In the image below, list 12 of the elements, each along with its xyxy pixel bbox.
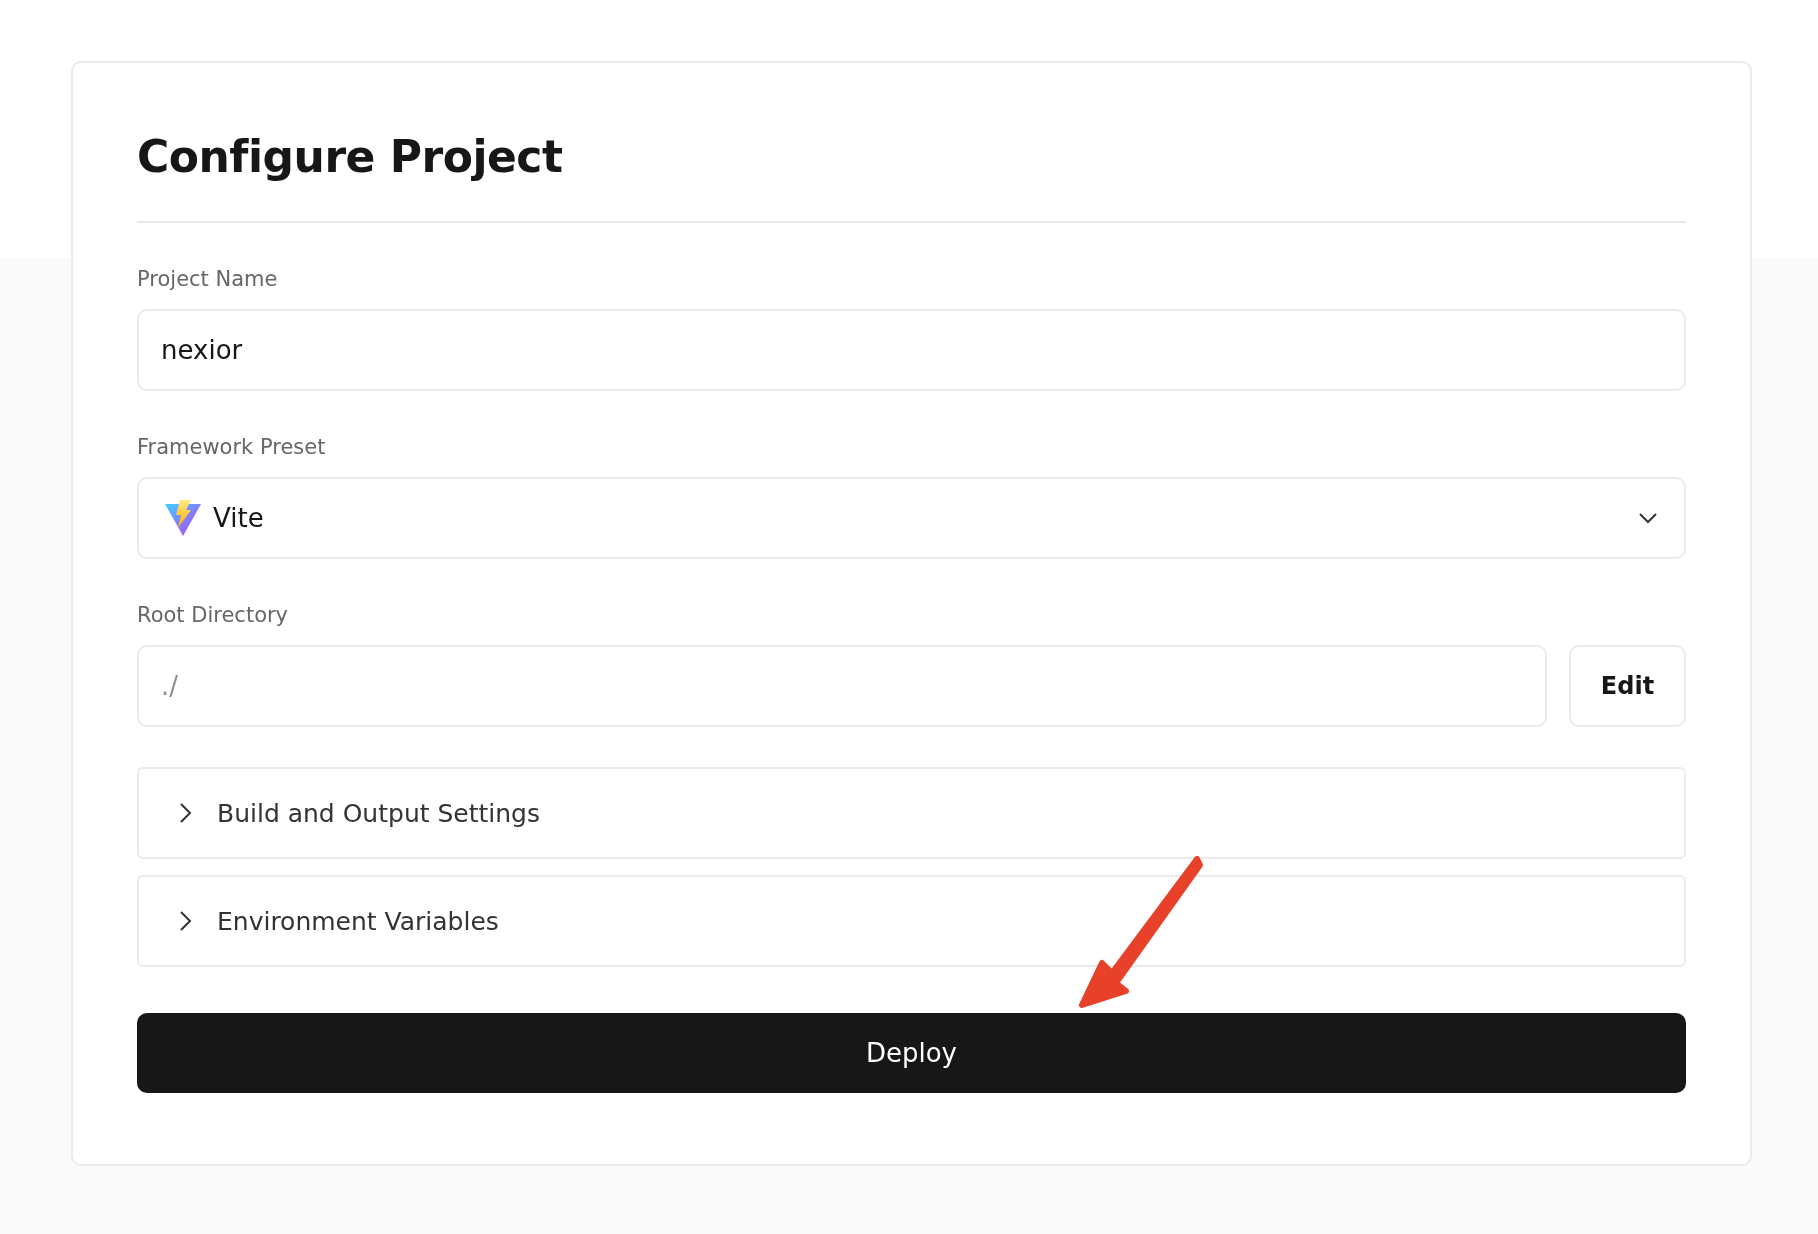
field-label: Framework Preset xyxy=(137,434,326,461)
text-field[interactable]: ./ xyxy=(137,645,1547,727)
collapsible-section[interactable]: Build and Output Settings xyxy=(137,767,1686,859)
text-field[interactable]: nexior xyxy=(137,309,1686,391)
collapsible-section[interactable]: Environment Variables xyxy=(137,875,1686,967)
edit-button[interactable]: Edit xyxy=(1569,645,1686,727)
lightning-triangle-logo-icon xyxy=(163,498,203,538)
field-label: Root Directory xyxy=(137,602,289,629)
deploy-button[interactable]: Deploy xyxy=(137,1013,1686,1093)
page-title: Configure Project xyxy=(137,130,564,184)
framework-dropdown[interactable]: Vite xyxy=(137,477,1686,559)
field-label: Project Name xyxy=(137,266,278,293)
